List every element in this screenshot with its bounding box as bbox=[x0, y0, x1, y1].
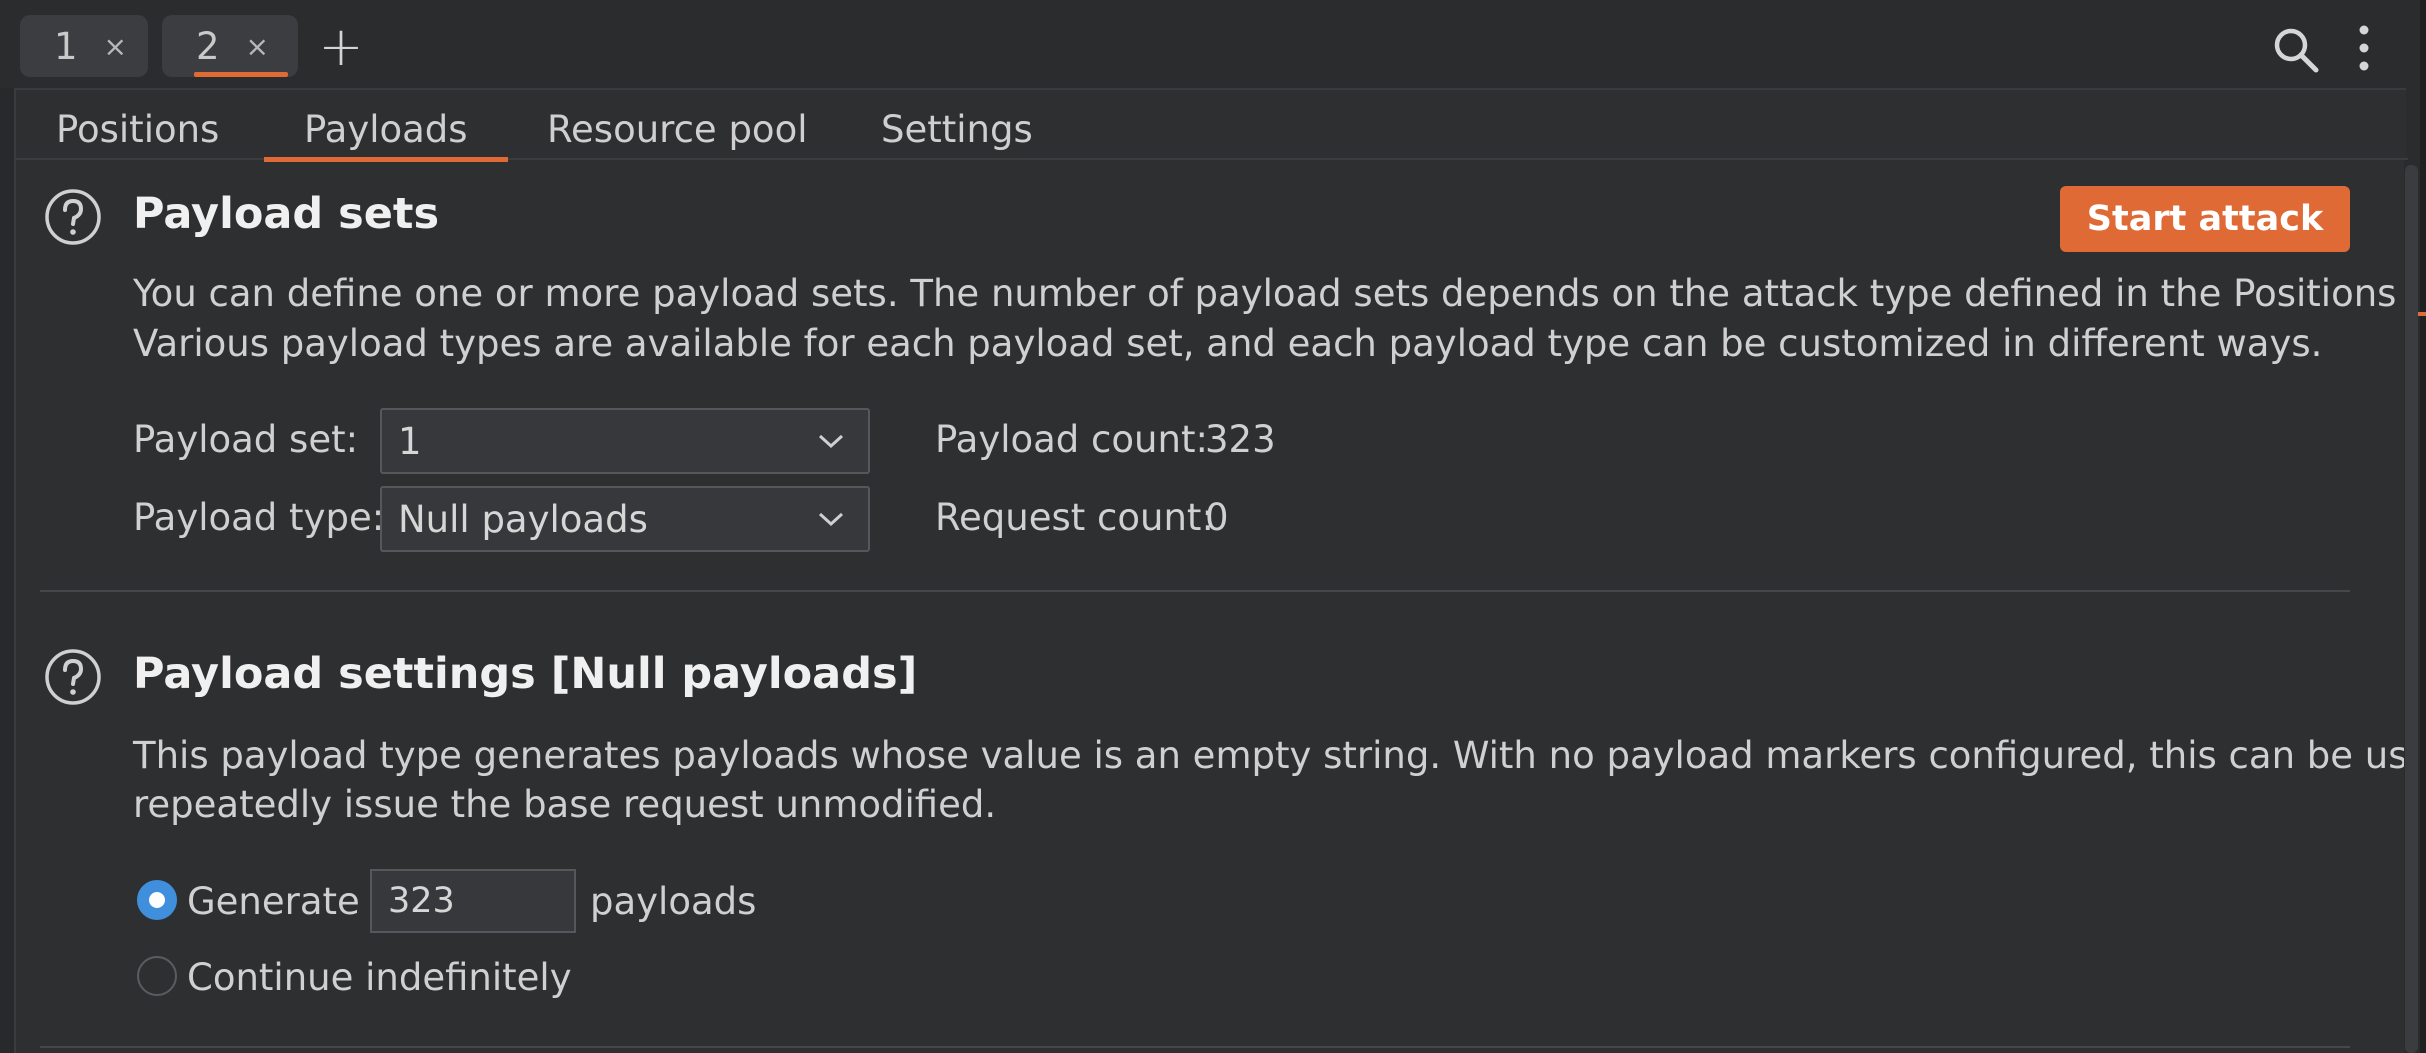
continue-indefinitely-radio[interactable] bbox=[137, 956, 177, 996]
payload-set-select[interactable]: 1 bbox=[380, 408, 870, 474]
payload-settings-title: Payload settings [Null payloads] bbox=[133, 649, 918, 699]
payload-type-value: Null payloads bbox=[398, 497, 648, 541]
section-divider bbox=[40, 1046, 2350, 1048]
payload-sets-title: Payload sets bbox=[133, 189, 440, 239]
search-icon[interactable] bbox=[2270, 24, 2322, 76]
tab-label: Payloads bbox=[304, 107, 468, 151]
tab-label: Settings bbox=[881, 107, 1033, 151]
payload-sets-description-line-2: Various payload types are available for … bbox=[133, 322, 2323, 365]
payload-count-value: 323 bbox=[1205, 418, 1276, 461]
tab-payloads[interactable]: Payloads bbox=[264, 100, 508, 162]
more-vertical-icon[interactable] bbox=[2352, 22, 2376, 74]
chevron-down-icon bbox=[818, 512, 844, 527]
generate-label[interactable]: Generate bbox=[187, 880, 360, 923]
request-count-label: Request count: bbox=[935, 496, 1214, 539]
generate-radio[interactable] bbox=[137, 880, 177, 920]
help-circle-icon[interactable] bbox=[43, 647, 103, 707]
tab-resource-pool[interactable]: Resource pool bbox=[547, 100, 807, 158]
payload-settings-description-line-1: This payload type generates payloads who… bbox=[133, 734, 2426, 777]
tab-label: Positions bbox=[56, 107, 220, 151]
top-tab-1[interactable]: 1 × bbox=[20, 15, 148, 77]
continue-indefinitely-label[interactable]: Continue indefinitely bbox=[187, 956, 572, 999]
section-divider bbox=[40, 590, 2350, 592]
payload-set-label: Payload set: bbox=[133, 418, 359, 461]
tab-positions[interactable]: Positions bbox=[56, 100, 219, 158]
scrollbar-thumb[interactable] bbox=[2405, 165, 2418, 1053]
payload-count-label: Payload count: bbox=[935, 418, 1208, 461]
top-tab-2[interactable]: 2 × bbox=[162, 15, 298, 77]
top-tab-label: 1 bbox=[54, 24, 78, 68]
payload-type-label: Payload type: bbox=[133, 496, 385, 539]
payloads-suffix-label: payloads bbox=[590, 880, 757, 923]
payload-sets-description-line-1: You can define one or more payload sets.… bbox=[133, 272, 2426, 315]
window-right-edge bbox=[2420, 0, 2426, 1053]
active-tab-indicator bbox=[194, 72, 288, 77]
close-icon[interactable]: × bbox=[246, 30, 269, 63]
tab-label: Resource pool bbox=[547, 107, 808, 151]
add-tab-button[interactable]: + bbox=[318, 15, 364, 78]
top-tab-strip: 1 × 2 × + bbox=[0, 0, 2426, 88]
start-attack-button[interactable]: Start attack bbox=[2060, 186, 2350, 252]
subtab-bar: Positions Payloads Resource pool Setting… bbox=[16, 90, 2408, 162]
payload-set-value: 1 bbox=[398, 419, 422, 463]
edge-marker bbox=[2418, 312, 2426, 316]
top-tab-label: 2 bbox=[196, 24, 220, 68]
payload-type-select[interactable]: Null payloads bbox=[380, 486, 870, 552]
chevron-down-icon bbox=[818, 434, 844, 449]
payload-settings-description-line-2: repeatedly issue the base request unmodi… bbox=[133, 783, 997, 826]
radio-dot bbox=[149, 892, 165, 908]
window-left-edge bbox=[0, 0, 14, 1053]
active-tab-indicator bbox=[264, 157, 508, 162]
help-circle-icon[interactable] bbox=[43, 187, 103, 247]
generate-count-input[interactable] bbox=[370, 869, 576, 933]
request-count-value: 0 bbox=[1205, 496, 1229, 539]
tab-settings[interactable]: Settings bbox=[881, 100, 1033, 158]
close-icon[interactable]: × bbox=[104, 30, 127, 63]
